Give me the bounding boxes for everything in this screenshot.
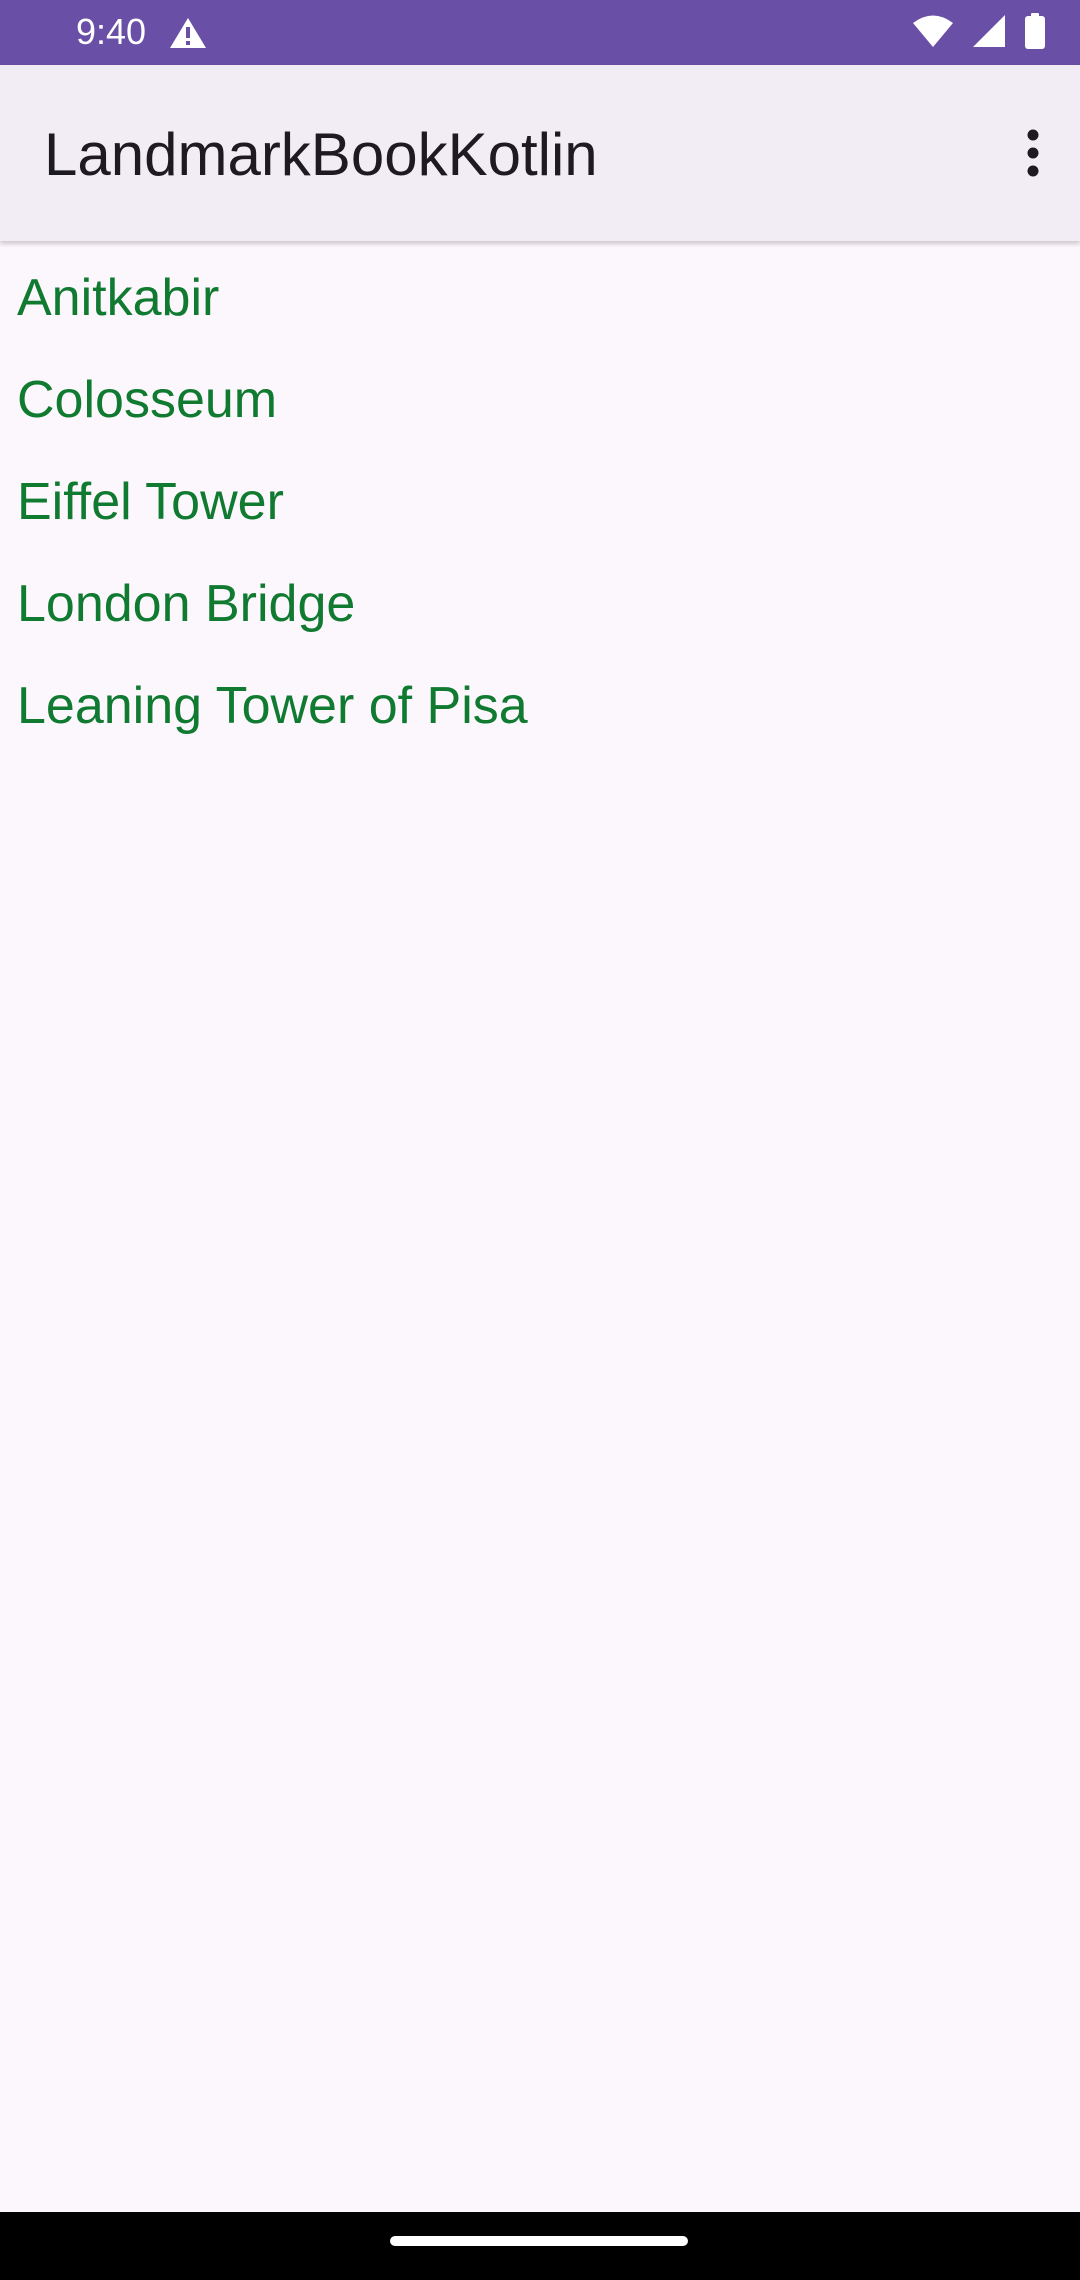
home-gesture-handle-icon[interactable] <box>390 2236 688 2246</box>
landmark-list-item[interactable]: Eiffel Tower <box>0 451 1080 553</box>
status-bar: 9:40 <box>0 0 1080 65</box>
landmark-list: Anitkabir Colosseum Eiffel Tower London … <box>0 247 1080 757</box>
status-time: 9:40 <box>76 11 147 52</box>
app-toolbar: LandmarkBookKotlin <box>0 65 1080 241</box>
cellular-signal-icon <box>972 14 1006 53</box>
wifi-icon <box>912 14 954 53</box>
landmark-list-item[interactable]: London Bridge <box>0 553 1080 655</box>
landmark-list-item[interactable]: Leaning Tower of Pisa <box>0 655 1080 757</box>
overflow-menu-button[interactable] <box>998 115 1068 195</box>
battery-icon <box>1024 12 1046 54</box>
navigation-bar <box>0 2212 1080 2280</box>
app-title: LandmarkBookKotlin <box>44 121 598 188</box>
alert-triangle-icon <box>168 16 208 50</box>
app-screen: 9:40 LandmarkBookKotlin Anitkabir Coloss… <box>0 0 1080 2280</box>
more-vert-icon <box>1025 129 1041 182</box>
status-icons <box>912 12 1046 54</box>
landmark-list-item[interactable]: Colosseum <box>0 349 1080 451</box>
landmark-list-item[interactable]: Anitkabir <box>0 247 1080 349</box>
